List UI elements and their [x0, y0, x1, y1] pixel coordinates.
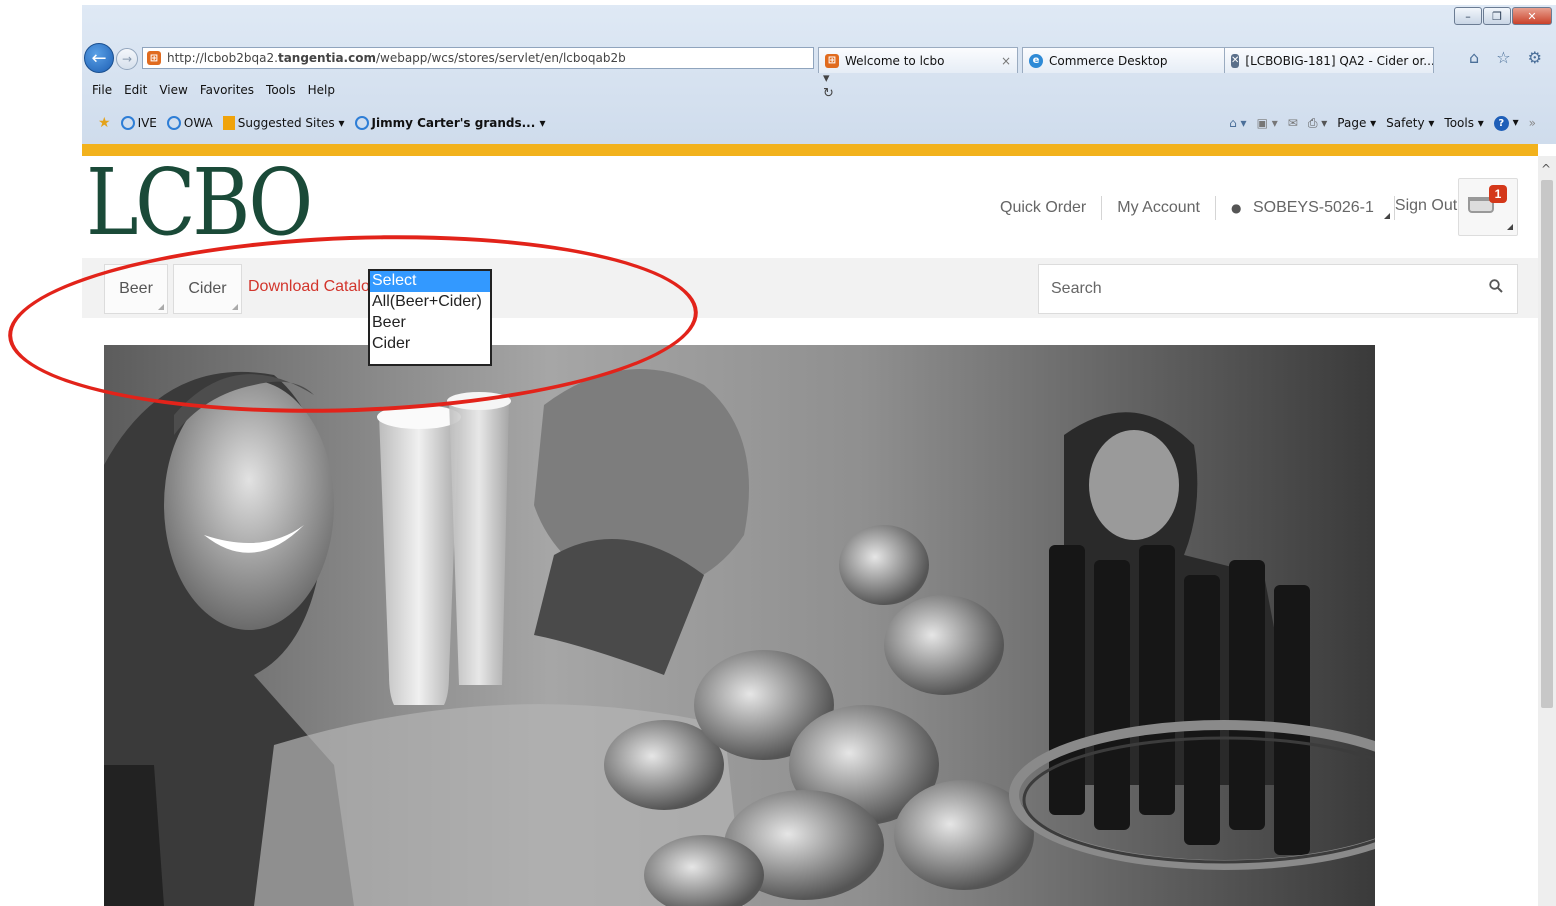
sign-out-link[interactable]: Sign Out — [1395, 197, 1457, 215]
fav-ive-label: IVE — [137, 115, 157, 130]
cart-count-badge: 1 — [1489, 185, 1507, 203]
fav-suggested-label: Suggested Sites ▾ — [237, 115, 345, 130]
tab-commerce-desktop[interactable]: e Commerce Desktop — [1022, 47, 1226, 73]
lcbo-tab-icon: ⊞ — [825, 53, 839, 68]
fav-suggested-sites[interactable]: Suggested Sites ▾ — [222, 115, 345, 131]
vertical-scrollbar[interactable]: ^ — [1538, 156, 1556, 906]
search-input[interactable]: Search — [1038, 264, 1518, 314]
ie-icon — [120, 116, 135, 131]
tab-welcome-to-lcbo[interactable]: ⊞ Welcome to lcbo × — [818, 47, 1018, 73]
home-icon[interactable]: ⌂ ▾ — [1229, 116, 1246, 130]
tab-label: [LCBOBIG-181] QA2 - Cider or... — [1245, 53, 1434, 68]
command-bar: ⌂ ▾ ▣ ▾ ✉ ⎙ ▾ Page ▾ Safety ▾ Tools ▾ ? … — [1229, 115, 1536, 131]
corner-icon — [158, 304, 164, 310]
fav-jimmy-label: Jimmy Carter's grands... ▾ — [371, 115, 546, 130]
help-icon[interactable]: ? ▾ — [1493, 115, 1519, 131]
tools-menu[interactable]: Tools ▾ — [1444, 116, 1483, 130]
chevron-right-icon[interactable]: » — [1529, 116, 1536, 130]
user-icon: ● — [1230, 201, 1242, 215]
forward-icon[interactable]: → — [116, 48, 138, 70]
beer-label: Beer — [119, 280, 153, 297]
category-bar: Beer Cider Download Catalog Select All(B… — [82, 258, 1538, 366]
tab-label: Commerce Desktop — [1049, 53, 1168, 68]
menu-bar: File Edit View Favorites Tools Help — [92, 83, 335, 97]
menu-help[interactable]: Help — [308, 83, 335, 97]
my-account-link[interactable]: My Account — [1117, 199, 1200, 217]
menu-file[interactable]: File — [92, 83, 112, 97]
lcbo-logo[interactable]: LCBO — [86, 148, 313, 258]
cart-dropdown-corner-icon — [1507, 224, 1513, 230]
hero-illustration — [104, 345, 1375, 906]
cider-category-button[interactable]: Cider — [173, 264, 242, 314]
ie-icon — [354, 116, 369, 131]
option-beer[interactable]: Beer — [370, 313, 490, 334]
corner-icon — [232, 304, 238, 310]
url-domain: tangentia.com — [277, 51, 376, 65]
nav-divider — [1214, 196, 1216, 220]
menu-view[interactable]: View — [159, 83, 187, 97]
beer-category-button[interactable]: Beer — [104, 264, 168, 314]
bing-icon — [222, 116, 235, 131]
fav-owa[interactable]: OWA — [166, 115, 213, 131]
tab-lcbobig-181[interactable]: ✕ [LCBOBIG-181] QA2 - Cider or... — [1224, 47, 1434, 73]
address-bar[interactable]: ⊞ http://lcbob2bqa2. tangentia.com/webapp… — [142, 47, 834, 101]
search-icon[interactable] — [1489, 279, 1503, 293]
window-controls: – ❐ ✕ — [1454, 7, 1552, 25]
option-all-beer-cider[interactable]: All(Beer+Cider) — [370, 292, 490, 313]
jira-tab-icon: ✕ — [1231, 53, 1240, 68]
screen: – ❐ ✕ ← → ⊞ http://lcbob2bqa2. tangentia.… — [0, 0, 1556, 906]
catalog-select-dropdown[interactable]: Select All(Beer+Cider) Beer Cider — [368, 269, 492, 366]
close-window-button[interactable]: ✕ — [1512, 7, 1552, 25]
nav-divider — [1101, 196, 1103, 220]
mail-icon[interactable]: ✉ — [1288, 116, 1298, 130]
scroll-thumb[interactable] — [1541, 180, 1553, 708]
search-placeholder: Search — [1051, 280, 1102, 297]
fav-owa-label: OWA — [183, 115, 213, 130]
hero-banner-image — [104, 345, 1375, 906]
favorites-star-icon[interactable]: ★ — [98, 115, 111, 131]
ie-tab-icon: e — [1029, 53, 1043, 68]
rss-icon[interactable]: ▣ ▾ — [1257, 116, 1278, 130]
minimize-button[interactable]: – — [1454, 7, 1482, 25]
print-icon[interactable]: ⎙ ▾ — [1308, 116, 1327, 131]
safety-menu[interactable]: Safety ▾ — [1386, 116, 1434, 130]
navigation-row: ← → ⊞ http://lcbob2bqa2. tangentia.com/we… — [82, 41, 1556, 101]
option-cider[interactable]: Cider — [370, 334, 490, 355]
menu-favorites[interactable]: Favorites — [200, 83, 254, 97]
url-prefix: http://lcbob2bqa2. — [167, 51, 278, 65]
browser-chrome: – ❐ ✕ ← → ⊞ http://lcbob2bqa2. tangentia.… — [82, 5, 1556, 144]
download-catalog-link[interactable]: Download Catalog — [248, 278, 379, 296]
user-menu[interactable]: ● SOBEYS-5026-1 — [1230, 199, 1394, 219]
cider-label: Cider — [188, 280, 227, 297]
close-tab-icon[interactable]: × — [1001, 54, 1011, 68]
user-name: SOBEYS-5026-1 — [1252, 199, 1374, 216]
dropdown-corner-icon — [1383, 213, 1390, 219]
top-navigation: Quick Order My Account ● SOBEYS-5026-1 Si… — [1000, 196, 1457, 220]
page-menu[interactable]: Page ▾ — [1337, 116, 1376, 130]
tab-label: Welcome to lcbo — [845, 53, 945, 68]
menu-tools[interactable]: Tools — [266, 83, 296, 97]
ie-icon — [166, 116, 181, 131]
back-icon[interactable]: ← — [84, 43, 114, 73]
restore-button[interactable]: ❐ — [1483, 7, 1511, 25]
home-star-gear-icons[interactable]: ⌂ ☆ ⚙ — [1469, 48, 1548, 67]
quick-order-link[interactable]: Quick Order — [1000, 199, 1086, 217]
menu-edit[interactable]: Edit — [124, 83, 147, 97]
favorites-bar: ★ IVE OWA Suggested Sites ▾ Jimmy Carter… — [98, 115, 545, 131]
fav-ive[interactable]: IVE — [120, 115, 157, 131]
cart-button[interactable]: 1 — [1458, 178, 1518, 236]
site-favicon-icon: ⊞ — [147, 51, 161, 65]
url-path: /webapp/wcs/stores/servlet/en/lcboqab2b — [375, 51, 626, 65]
option-select[interactable]: Select — [370, 271, 490, 292]
scroll-up-icon[interactable]: ^ — [1541, 162, 1551, 176]
fav-jimmy-carter[interactable]: Jimmy Carter's grands... ▾ — [354, 115, 546, 131]
